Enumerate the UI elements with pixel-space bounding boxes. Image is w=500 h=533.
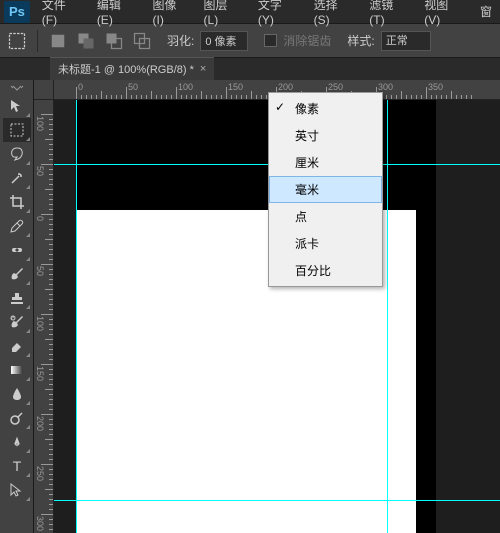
ruler-h-label: 100: [178, 82, 193, 92]
ruler-v-label: 50: [35, 166, 45, 176]
menu-view[interactable]: 视图(V): [416, 0, 472, 24]
guide-vertical-1[interactable]: [76, 100, 77, 533]
tool-type[interactable]: T: [3, 454, 31, 478]
feather-label: 羽化:: [167, 32, 194, 49]
close-icon[interactable]: ×: [200, 63, 206, 75]
ruler-h-label: 0: [78, 82, 83, 92]
menu-file[interactable]: 文件(F): [34, 0, 89, 24]
ruler-h-label: 300: [378, 82, 393, 92]
tool-lasso[interactable]: [3, 142, 31, 166]
style-label: 样式:: [347, 32, 374, 49]
tool-dodge[interactable]: [3, 406, 31, 430]
menu-filter[interactable]: 滤镜(T): [361, 0, 416, 24]
ruler-units-menu: 像素 英寸 厘米 毫米 点 派卡 百分比: [268, 92, 383, 287]
ruler-corner[interactable]: [34, 80, 54, 100]
ruler-h-label: 150: [228, 82, 243, 92]
menu-item-points[interactable]: 点: [269, 203, 382, 230]
tool-path[interactable]: [3, 478, 31, 502]
menu-select[interactable]: 选择(S): [306, 0, 362, 24]
ruler-v-label: 250: [35, 466, 45, 481]
expand-icon[interactable]: [3, 82, 31, 94]
tool-brush[interactable]: [3, 262, 31, 286]
menu-window[interactable]: 窗: [472, 0, 500, 24]
tool-stamp[interactable]: [3, 286, 31, 310]
tool-gradient[interactable]: [3, 358, 31, 382]
guide-vertical-2[interactable]: [387, 100, 388, 533]
separator: [37, 30, 38, 52]
menu-text[interactable]: 文字(Y): [250, 0, 306, 24]
tool-blur[interactable]: [3, 382, 31, 406]
guide-horizontal-2[interactable]: [54, 500, 500, 501]
tool-marquee[interactable]: [3, 118, 31, 142]
tool-history-brush[interactable]: [3, 310, 31, 334]
options-bar: 羽化: 消除锯齿 样式: 正常: [0, 24, 500, 58]
selection-subtract-icon[interactable]: [103, 30, 125, 52]
menu-edit[interactable]: 编辑(E): [89, 0, 145, 24]
toolbox: T: [0, 80, 34, 533]
ruler-h-label: 350: [428, 82, 443, 92]
selection-new-icon[interactable]: [47, 30, 69, 52]
svg-text:T: T: [12, 458, 21, 474]
menu-item-picas[interactable]: 派卡: [269, 230, 382, 257]
tool-eyedropper[interactable]: [3, 214, 31, 238]
menu-item-pixels[interactable]: 像素: [269, 95, 382, 122]
workspace: T 0 50 100 150 200 250 300 350 100 50 0 50 100 150 20…: [0, 80, 500, 533]
antialias-label: 消除锯齿: [283, 32, 331, 49]
style-select[interactable]: 正常: [381, 31, 431, 51]
doc-tab-title: 未标题-1 @ 100%(RGB/8) *: [58, 61, 194, 77]
selection-add-icon[interactable]: [75, 30, 97, 52]
ruler-v-label: 300: [35, 516, 45, 531]
feather-input[interactable]: [200, 31, 248, 51]
tool-eraser[interactable]: [3, 334, 31, 358]
canvas-zone[interactable]: 0 50 100 150 200 250 300 350 100 50 0 50 100 150 200 2…: [34, 80, 500, 533]
menu-layer[interactable]: 图层(L): [196, 0, 250, 24]
menu-item-percent[interactable]: 百分比: [269, 257, 382, 284]
ruler-v-label: 50: [35, 266, 45, 276]
antialias-checkbox[interactable]: [264, 34, 277, 47]
menu-image[interactable]: 图像(I): [145, 0, 196, 24]
tool-wand[interactable]: [3, 166, 31, 190]
menu-item-mm[interactable]: 毫米: [269, 176, 382, 203]
document-tab[interactable]: 未标题-1 @ 100%(RGB/8) * ×: [50, 57, 214, 80]
ruler-v-label: 200: [35, 416, 45, 431]
tool-crop[interactable]: [3, 190, 31, 214]
menu-item-inches[interactable]: 英寸: [269, 122, 382, 149]
ruler-v-label: 100: [35, 316, 45, 331]
tool-move[interactable]: [3, 94, 31, 118]
ruler-h-label: 250: [328, 82, 343, 92]
menu-item-cm[interactable]: 厘米: [269, 149, 382, 176]
tool-preset-icon[interactable]: [6, 30, 28, 52]
menubar: Ps 文件(F) 编辑(E) 图像(I) 图层(L) 文字(Y) 选择(S) 滤…: [0, 0, 500, 24]
ruler-h-label: 50: [128, 82, 138, 92]
selection-intersect-icon[interactable]: [131, 30, 153, 52]
ruler-v-label: 150: [35, 366, 45, 381]
ruler-v-label: 0: [35, 216, 45, 221]
tool-pen[interactable]: [3, 430, 31, 454]
ruler-vertical[interactable]: 100 50 0 50 100 150 200 250 300: [34, 100, 54, 533]
tab-area: 未标题-1 @ 100%(RGB/8) * ×: [0, 58, 500, 80]
tool-heal[interactable]: [3, 238, 31, 262]
ruler-h-label: 200: [278, 82, 293, 92]
ps-logo: Ps: [4, 1, 30, 23]
ruler-v-label: 100: [35, 116, 45, 131]
